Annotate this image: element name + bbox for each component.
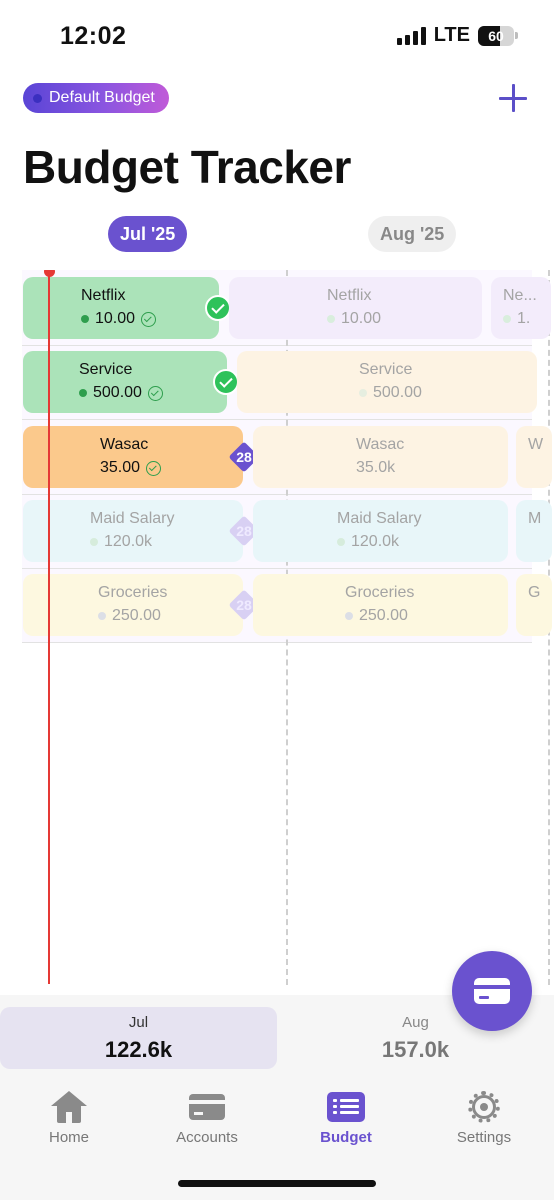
item-name: Netflix <box>327 287 372 304</box>
paid-status-icon[interactable] <box>213 369 239 395</box>
month-chip-jul[interactable]: Jul '25 <box>108 216 188 252</box>
status-dot-icon <box>345 612 353 620</box>
tab-label: Accounts <box>176 1129 238 1146</box>
item-name: Maid Salary <box>337 510 422 527</box>
item-name: G <box>528 584 541 601</box>
item-name: Netflix <box>81 287 126 304</box>
item-amount: 120.0k <box>104 533 153 550</box>
status-indicators: LTE 60 <box>396 24 518 47</box>
tab-home[interactable]: Home <box>0 1091 138 1146</box>
status-dot-icon <box>337 538 345 546</box>
item-amount: 10.00 <box>95 310 136 327</box>
status-dot-icon <box>503 315 511 323</box>
budget-dot-icon <box>33 93 42 103</box>
tab-label: Home <box>48 1129 89 1146</box>
budget-item-service-aug[interactable]: Service 500.00 <box>237 351 537 413</box>
status-dot-icon <box>98 612 106 620</box>
budget-item-maid-salary-aug[interactable]: Maid Salary 120.0k <box>253 500 508 562</box>
add-transaction-fab[interactable] <box>452 951 532 1031</box>
tab-settings[interactable]: Settings <box>415 1091 553 1146</box>
status-dot-icon <box>359 389 367 397</box>
home-indicator <box>178 1180 376 1187</box>
item-amount: 35.00 <box>100 459 141 476</box>
item-name: Groceries <box>98 584 168 601</box>
budget-item-groceries-aug[interactable]: Groceries 250.00 <box>253 574 508 636</box>
gear-icon <box>465 1091 503 1123</box>
budget-timeline[interactable]: Netflix 10.00 Netflix 10.00 Ne... 1. Ser… <box>0 270 554 990</box>
item-name: Wasac <box>100 436 149 453</box>
tab-label: Settings <box>456 1129 512 1146</box>
budget-selector-label: Default Budget <box>49 89 155 106</box>
status-time: 12:02 <box>60 22 127 50</box>
tab-label: Budget <box>320 1129 372 1146</box>
budget-selector[interactable]: Default Budget <box>23 83 169 113</box>
page-title: Budget Tracker <box>23 141 351 193</box>
item-name: M <box>528 510 542 527</box>
budget-item-groceries-sep[interactable]: G <box>516 574 552 636</box>
network-type: LTE <box>433 24 470 46</box>
signal-icon <box>396 26 426 45</box>
budget-item-wasac-aug[interactable]: Wasac 35.0k <box>253 426 508 488</box>
paid-check-icon <box>147 385 163 401</box>
budget-item-wasac-jul[interactable]: Wasac 35.00 <box>23 426 243 488</box>
budget-item-maid-salary-jul[interactable]: Maid Salary 120.0k <box>23 500 243 562</box>
item-name: Groceries <box>345 584 415 601</box>
budget-item-service-jul[interactable]: Service 500.00 <box>23 351 227 413</box>
add-button[interactable] <box>499 84 527 112</box>
item-amount: 250.00 <box>359 607 408 624</box>
budget-item-netflix-aug[interactable]: Netflix 10.00 <box>229 277 482 339</box>
status-dot-icon <box>79 389 87 397</box>
total-value: 157.0k <box>381 1037 450 1062</box>
item-amount: 250.00 <box>112 607 161 624</box>
budget-item-netflix-jul[interactable]: Netflix 10.00 <box>23 277 219 339</box>
list-icon <box>327 1091 365 1123</box>
current-date-line <box>48 270 50 984</box>
item-amount: 35.0k <box>356 459 396 476</box>
item-name: Service <box>79 361 133 378</box>
total-month-label: Jul <box>128 1014 149 1031</box>
budget-item-wasac-sep[interactable]: W <box>516 426 552 488</box>
item-amount: 500.00 <box>373 384 422 401</box>
battery-icon: 60 <box>478 25 518 46</box>
paid-check-icon <box>146 460 162 476</box>
item-name: Wasac <box>356 436 405 453</box>
tab-budget[interactable]: Budget <box>277 1091 415 1146</box>
item-amount: 500.00 <box>93 384 142 401</box>
status-dot-icon <box>81 315 89 323</box>
budget-item-maid-salary-sep[interactable]: M <box>516 500 552 562</box>
home-icon <box>50 1091 88 1123</box>
item-name: Maid Salary <box>90 510 175 527</box>
budget-item-groceries-jul[interactable]: Groceries 250.00 <box>23 574 243 636</box>
tab-accounts[interactable]: Accounts <box>138 1091 276 1146</box>
budget-item-netflix-sep[interactable]: Ne... 1. <box>491 277 551 339</box>
status-dot-icon <box>327 315 335 323</box>
card-icon <box>474 978 510 1004</box>
month-chip-aug[interactable]: Aug '25 <box>368 216 457 252</box>
item-name: Service <box>359 361 413 378</box>
total-value: 122.6k <box>104 1037 173 1062</box>
paid-check-icon <box>141 311 157 327</box>
card-icon <box>188 1091 226 1123</box>
status-dot-icon <box>90 538 98 546</box>
item-name: W <box>528 436 544 453</box>
battery-level: 60 <box>488 27 504 44</box>
total-jul[interactable]: Jul 122.6k <box>0 1007 277 1069</box>
item-name: Ne... <box>503 287 537 304</box>
item-amount: 120.0k <box>351 533 400 550</box>
item-amount: 1. <box>517 310 531 327</box>
item-amount: 10.00 <box>341 310 382 327</box>
paid-status-icon[interactable] <box>205 295 231 321</box>
status-bar: 12:02 LTE 60 <box>0 0 554 70</box>
